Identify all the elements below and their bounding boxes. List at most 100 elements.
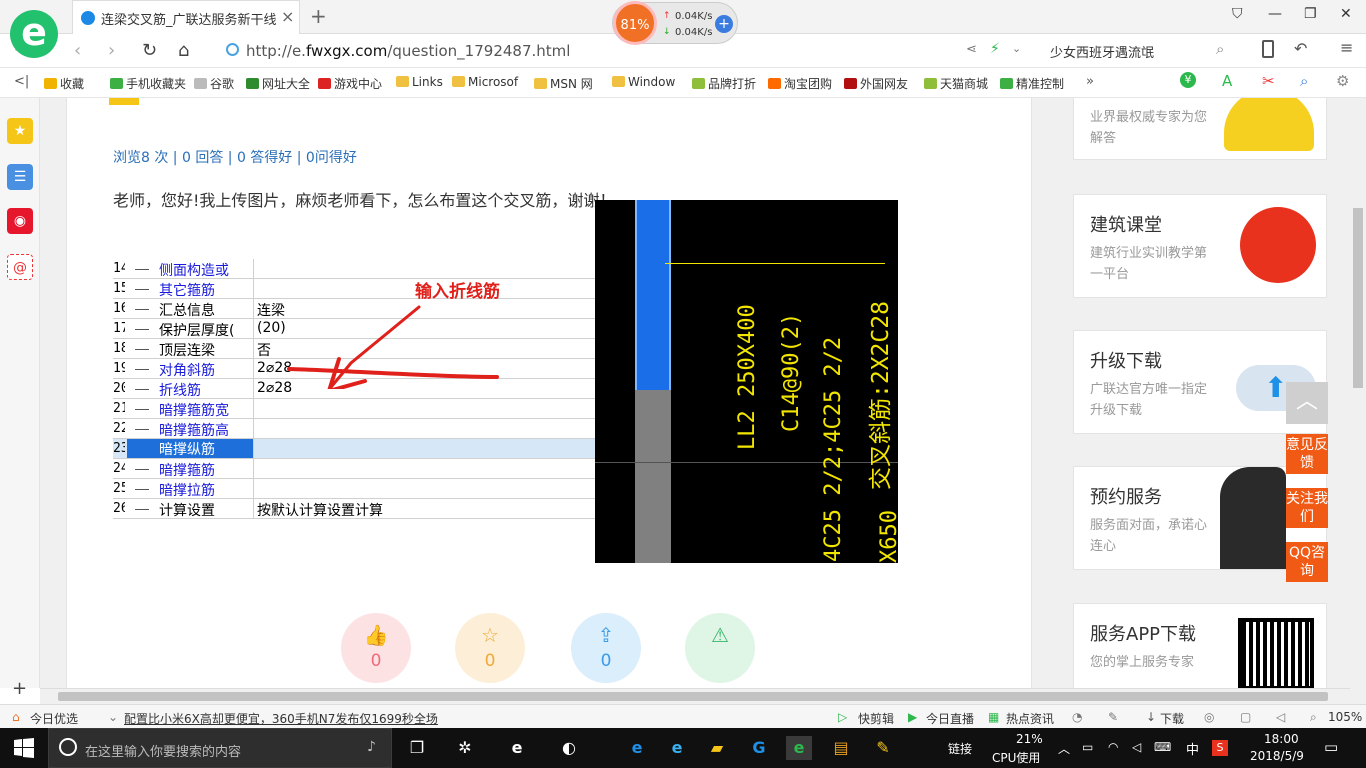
follow-button[interactable]: 关注我们	[1286, 488, 1328, 528]
file-explorer-icon[interactable]: ▰	[704, 736, 730, 760]
sogou-ime-icon[interactable]: S	[1212, 740, 1228, 756]
clock-date[interactable]: 2018/5/9	[1250, 749, 1304, 763]
zoom-icon[interactable]: ⌕	[1310, 710, 1317, 725]
app-card[interactable]: 服务APP下载 您的掌上服务专家	[1073, 603, 1327, 688]
refresh-icon[interactable]: ↻	[142, 40, 157, 61]
window-icon[interactable]: ▢	[1240, 710, 1251, 724]
tshirt-skin-icon[interactable]: ⛉	[1232, 6, 1243, 22]
bookmark-item[interactable]: 淘宝团购	[768, 75, 832, 92]
site-info-icon[interactable]	[226, 43, 239, 56]
home-icon[interactable]: ⌂	[178, 40, 189, 61]
vertical-scrollbar[interactable]	[1350, 98, 1366, 704]
forward-icon[interactable]: ›	[108, 40, 115, 61]
speed-icon[interactable]: ◔	[1072, 710, 1082, 724]
yen-icon[interactable]: ¥	[1180, 72, 1196, 88]
tab-active[interactable]: 连梁交叉筋_广联达服务新干线 ×	[72, 0, 300, 34]
horizontal-scroll-thumb[interactable]	[58, 692, 1328, 701]
windows-start-icon[interactable]	[14, 738, 34, 758]
edge-icon[interactable]: e	[624, 736, 650, 760]
search-icon[interactable]: ⌕	[1216, 40, 1224, 58]
winrar-icon[interactable]: ▤	[828, 736, 854, 760]
keyboard-icon[interactable]: ⌨	[1154, 740, 1171, 754]
bookmark-item[interactable]: 外国网友	[844, 75, 908, 92]
clean-icon[interactable]: ◎	[1204, 710, 1214, 724]
hot-news-link[interactable]: 热点资讯	[1006, 710, 1054, 727]
close-window-icon[interactable]: ✕	[1340, 6, 1352, 22]
translate-icon[interactable]: A	[1222, 72, 1232, 90]
scissors-icon[interactable]: ✂	[1262, 72, 1275, 90]
url-field[interactable]: http://e.fwxgx.com/question_1792487.html	[222, 38, 962, 64]
bookmark-item[interactable]: Links	[396, 75, 443, 89]
glodon-icon[interactable]: G	[746, 736, 772, 760]
speed-widget[interactable]: 81% ↑ 0.04K/s ↓ 0.04K/s +	[612, 1, 738, 45]
bookmark-item[interactable]: 谷歌	[194, 75, 234, 92]
new-tab-button[interactable]: +	[310, 4, 327, 28]
live-link[interactable]: 今日直播	[926, 710, 974, 727]
bookmark-item[interactable]: 游戏中心	[318, 75, 382, 92]
email-icon[interactable]: @	[7, 254, 33, 280]
notes-icon[interactable]: ✎	[870, 736, 896, 760]
share-icon[interactable]: ⋖	[966, 42, 977, 57]
wifi-icon[interactable]: ◠	[1108, 740, 1118, 754]
internet-explorer-icon[interactable]: e	[664, 736, 690, 760]
zoom-level[interactable]: 105%	[1328, 710, 1362, 724]
back-icon[interactable]: ‹	[74, 40, 81, 61]
qihoo-icon[interactable]: ◐	[556, 736, 582, 760]
phone-icon[interactable]	[1262, 40, 1274, 58]
like-button[interactable]: 👍 0	[341, 613, 411, 683]
feedback-button[interactable]: 意见反馈	[1286, 434, 1328, 474]
question-stats[interactable]: 浏览8 次 | 0 回答 | 0 答得好 | 0问得好	[113, 147, 357, 167]
ime-indicator[interactable]: 中	[1186, 739, 1199, 758]
favorite-button[interactable]: ☆ 0	[455, 613, 525, 683]
pin-icon[interactable]: ✎	[1108, 710, 1118, 724]
bookmark-item[interactable]: 品牌打折	[692, 75, 756, 92]
reading-list-icon[interactable]: ☰	[7, 164, 33, 190]
search-input[interactable]: 少女西班牙遇流氓	[1050, 42, 1154, 61]
add-icon[interactable]: +	[12, 678, 27, 699]
clock-time[interactable]: 18:00	[1264, 732, 1299, 746]
bookmark-item[interactable]: MSN 网	[534, 75, 593, 92]
taskbar-search-input[interactable]: 在这里输入你要搜索的内容	[85, 741, 241, 760]
bookmark-item[interactable]: Window	[612, 75, 675, 89]
plus-icon[interactable]: +	[715, 15, 733, 33]
restore-icon[interactable]: ❐	[1304, 6, 1317, 22]
collapse-icon[interactable]: <|	[14, 74, 29, 89]
vertical-scroll-thumb[interactable]	[1353, 208, 1363, 388]
link-label[interactable]: 链接	[948, 740, 972, 757]
notification-icon[interactable]: ▭	[1324, 738, 1338, 756]
bookmark-item[interactable]: 收藏	[44, 75, 84, 92]
bookmark-item[interactable]: Microsof	[452, 75, 518, 89]
menu-icon[interactable]: ≡	[1340, 38, 1353, 57]
undo-icon[interactable]: ↶	[1294, 39, 1307, 58]
volume-icon[interactable]: ◁	[1132, 740, 1141, 754]
minimize-icon[interactable]: —	[1268, 6, 1282, 22]
tools-icon[interactable]: ⚙	[1336, 72, 1349, 90]
tray-up-icon[interactable]: ︿	[1058, 740, 1070, 757]
more-bookmarks-icon[interactable]: »	[1086, 74, 1094, 89]
tab-close-icon[interactable]: ×	[281, 7, 294, 26]
back-to-top-button[interactable]: ︿	[1286, 382, 1328, 424]
microphone-icon[interactable]: ♪	[367, 739, 376, 755]
favorites-star-icon[interactable]: ★	[7, 118, 33, 144]
magnifier-icon[interactable]: ⌕	[1300, 72, 1308, 90]
mute-icon[interactable]: ◁	[1276, 710, 1285, 724]
news-ticker-link[interactable]: 配置比小米6X高却更便宜，360手机N7发布仅1699秒全场	[124, 710, 438, 727]
browser-taskbar-icon[interactable]: e	[786, 736, 812, 760]
report-button[interactable]: ⚠	[685, 613, 755, 683]
bookmark-item[interactable]: 天猫商城	[924, 75, 988, 92]
fan-app-icon[interactable]: ✲	[452, 736, 478, 760]
download-link[interactable]: 下载	[1160, 710, 1184, 727]
ie-icon[interactable]: e	[504, 736, 530, 760]
taskbar-search[interactable]: 在这里输入你要搜索的内容 ♪	[48, 728, 392, 768]
expert-card[interactable]: 业界最权威专家为您解答	[1073, 98, 1327, 160]
qq-button[interactable]: QQ咨询	[1286, 542, 1328, 582]
chevron-down-icon[interactable]: ⌄	[108, 710, 118, 724]
bookmark-item[interactable]: 手机收藏夹	[110, 75, 186, 92]
share-button[interactable]: ⇪ 0	[571, 613, 641, 683]
quick-clip-link[interactable]: 快剪辑	[858, 710, 894, 727]
bookmark-item[interactable]: 网址大全	[246, 75, 310, 92]
task-view-icon[interactable]: ❐	[404, 736, 430, 760]
horizontal-scrollbar[interactable]	[40, 688, 1350, 704]
chevron-down-icon[interactable]: ⌄	[1012, 42, 1021, 55]
today-picks-link[interactable]: 今日优选	[30, 710, 78, 727]
